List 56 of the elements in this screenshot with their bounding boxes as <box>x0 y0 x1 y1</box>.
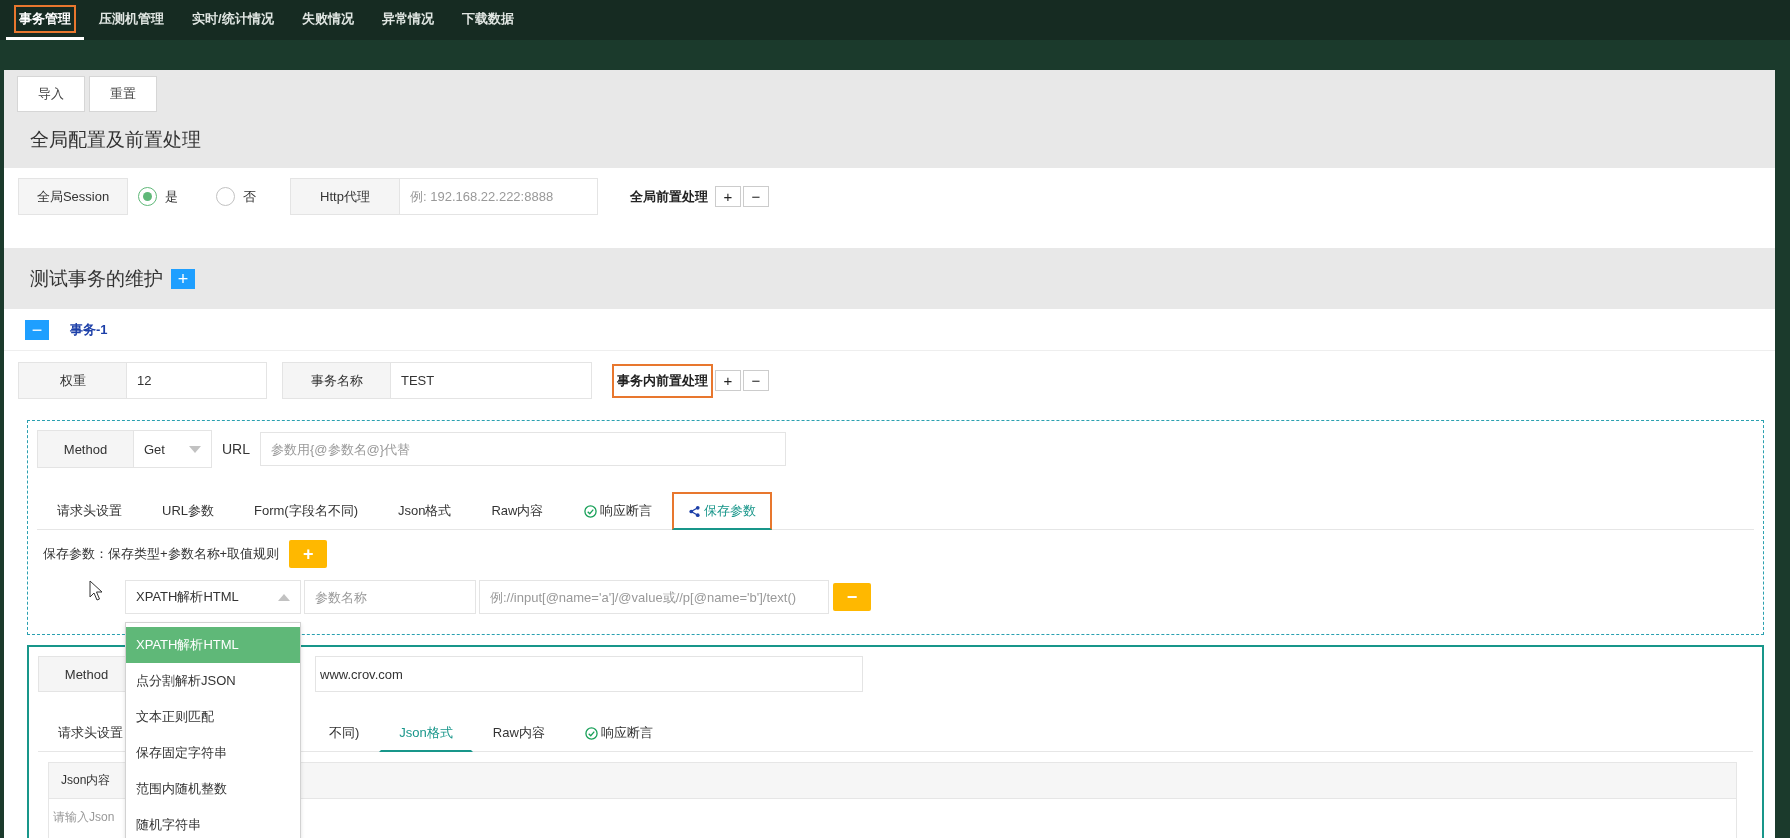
tab[interactable]: 保存参数 <box>671 492 772 530</box>
field-label: 事务内前置处理 <box>612 363 713 398</box>
add-button[interactable]: + <box>715 186 741 207</box>
field-label: Method <box>37 430 134 468</box>
dropdown-option[interactable]: 点分割解析JSON <box>126 663 300 699</box>
toolbar-button[interactable]: 导入 <box>17 76 85 112</box>
remove-button[interactable]: − <box>743 186 769 207</box>
url-input[interactable]: www.crov.com <box>315 656 863 692</box>
mouse-pointer-icon <box>89 580 103 601</box>
method-select[interactable]: Get <box>134 430 212 468</box>
url-input[interactable]: 参数用{@参数名@}代替 <box>260 432 786 466</box>
dropdown-option[interactable]: 保存固定字符串 <box>126 735 300 771</box>
remove-button[interactable]: − <box>743 370 769 391</box>
check-circle-icon <box>584 726 598 740</box>
tab[interactable]: Json格式 <box>378 492 472 530</box>
field-label: 保存参数：保存类型+参数名称+取值规则 <box>43 545 280 563</box>
transaction-link[interactable]: 事务-1 <box>70 320 108 339</box>
field-label: 权重 <box>18 362 127 399</box>
section-title: 全局配置及前置处理 <box>30 128 201 152</box>
weight-input[interactable]: 12 <box>127 362 267 399</box>
nav-tab[interactable]: 压测机管理 <box>86 0 177 40</box>
tab[interactable]: Form(字段名不同) <box>234 492 378 530</box>
toolbar-button[interactable]: 重置 <box>89 76 157 112</box>
check-circle-icon <box>583 504 597 518</box>
nav-tab[interactable]: 失败情况 <box>288 0 367 40</box>
tab[interactable]: 响应断言 <box>564 714 673 752</box>
proxy-input[interactable]: 例: 192.168.22.222:8888 <box>400 178 598 215</box>
tab[interactable]: Raw内容 <box>471 492 564 530</box>
field-label: 全局Session <box>18 178 128 215</box>
section-title: 测试事务的维护 <box>30 266 163 291</box>
dropdown-option[interactable]: 随机字符串 <box>126 807 300 838</box>
tab[interactable]: 响应断言 <box>563 492 672 530</box>
param-name-input[interactable]: 参数名称 <box>304 580 476 614</box>
field-label: 全局前置处理 <box>629 187 709 206</box>
radio-option[interactable]: 否 <box>216 187 256 206</box>
nav-tab[interactable]: 异常情况 <box>368 0 447 40</box>
name-input[interactable]: TEST <box>391 362 592 399</box>
add-button[interactable]: + <box>715 370 741 391</box>
caret-icon <box>278 593 290 601</box>
field-label: 事务名称 <box>282 362 391 399</box>
field-label: Http代理 <box>290 178 400 215</box>
tab[interactable]: 不同) <box>309 714 380 752</box>
tab[interactable]: Json格式 <box>379 714 473 752</box>
column-header: Json内容 <box>60 772 112 789</box>
tab[interactable]: 请求头设置 <box>37 492 142 530</box>
field-label: URL <box>222 441 250 457</box>
rule-input[interactable]: 例://input[@name='a']/@value或//p[@name='b']/text() <box>479 580 829 614</box>
radio-option[interactable]: 是 <box>138 187 178 206</box>
dropdown-option[interactable]: 文本正则匹配 <box>126 699 300 735</box>
share-icon <box>687 504 701 518</box>
tab[interactable]: Raw内容 <box>472 714 565 752</box>
nav-tab[interactable]: 实时/统计情况 <box>179 0 287 40</box>
caret-icon <box>189 445 201 453</box>
dropdown-option[interactable]: 范围内随机整数 <box>126 771 300 807</box>
tab[interactable]: URL参数 <box>142 492 234 530</box>
nav-tab[interactable]: 下载数据 <box>448 0 527 40</box>
